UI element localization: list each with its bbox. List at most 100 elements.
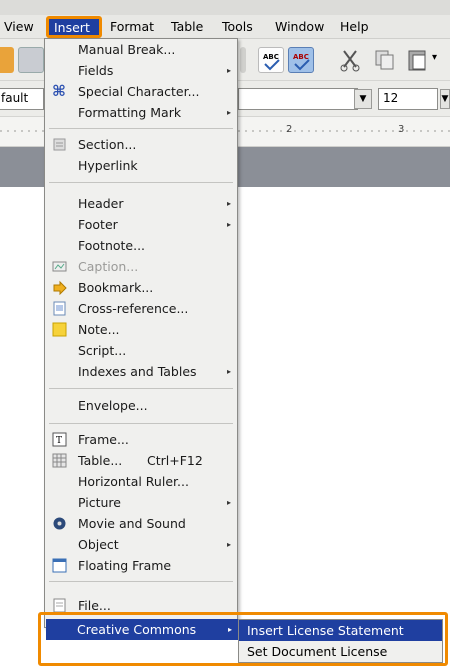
svg-text:T: T: [56, 436, 62, 446]
menu-item-note[interactable]: Note...: [45, 319, 237, 340]
menu-item-header[interactable]: Header ▸: [45, 193, 237, 214]
cut-icon[interactable]: [338, 47, 364, 73]
menu-item-bookmark[interactable]: Bookmark...: [45, 277, 237, 298]
menu-view[interactable]: View: [4, 19, 34, 34]
menu-item-label: Floating Frame: [78, 558, 172, 573]
save-icon[interactable]: [18, 47, 44, 73]
note-icon: [52, 322, 67, 337]
menu-item-label: Hyperlink: [78, 158, 138, 173]
menu-item-label: Note...: [78, 322, 120, 337]
menu-item-label: Special Character...: [78, 84, 200, 99]
cross-reference-icon: [52, 301, 67, 316]
menu-item-special-character[interactable]: ⌘ Special Character...: [45, 81, 237, 102]
menu-item-label: Section...: [78, 137, 137, 152]
ruler-mark-3: 3: [398, 124, 405, 135]
paragraph-style-combo[interactable]: fault: [0, 88, 44, 110]
font-size-combo[interactable]: 12: [378, 88, 438, 110]
menu-item-table[interactable]: Table... Ctrl+F12: [45, 450, 237, 471]
menu-item-label: Manual Break...: [78, 42, 176, 57]
menu-item-label: Indexes and Tables: [78, 364, 197, 379]
menu-item-label: Fields: [78, 63, 114, 78]
autospellcheck-icon[interactable]: ABC: [288, 47, 314, 73]
font-name-combo[interactable]: [238, 88, 358, 110]
menu-item-shortcut: Ctrl+F12: [147, 453, 203, 468]
font-size-dropdown-icon[interactable]: ▼: [440, 89, 450, 109]
svg-text:ABC: ABC: [263, 53, 279, 61]
menu-item-label: Header: [78, 196, 124, 211]
menu-item-formatting-mark[interactable]: Formatting Mark ▸: [45, 102, 237, 123]
submenu-arrow-icon: ▸: [226, 498, 231, 507]
menu-item-picture[interactable]: Picture ▸: [45, 492, 237, 513]
submenu-arrow-icon: ▸: [226, 540, 231, 549]
menu-item-label: Caption...: [78, 259, 139, 274]
menu-item-frame[interactable]: T Frame...: [45, 429, 237, 450]
menu-item-label: File...: [78, 598, 111, 613]
svg-text:ABC: ABC: [293, 53, 309, 61]
menu-insert-label: Insert: [54, 20, 90, 35]
movie-sound-icon: [52, 516, 67, 531]
menu-item-envelope[interactable]: Envelope...: [45, 395, 237, 416]
menu-item-horizontal-ruler[interactable]: Horizontal Ruler...: [45, 471, 237, 492]
font-size-value: 12: [383, 91, 399, 105]
menu-item-movie-sound[interactable]: Movie and Sound: [45, 513, 237, 534]
section-icon: [52, 137, 67, 152]
paragraph-style-value: fault: [1, 91, 29, 105]
toolbar-separator-icon: [240, 47, 246, 73]
copy-icon[interactable]: [372, 47, 398, 73]
menu-item-label: Envelope...: [78, 398, 148, 413]
menu-item-manual-break[interactable]: Manual Break...: [45, 39, 237, 60]
menu-table[interactable]: Table: [171, 19, 203, 34]
menu-item-fields[interactable]: Fields ▸: [45, 60, 237, 81]
menu-item-indexes-tables[interactable]: Indexes and Tables ▸: [45, 361, 237, 382]
floating-frame-icon: [52, 558, 67, 573]
menu-item-label: Picture: [78, 495, 121, 510]
paste-dropdown-icon[interactable]: ▾: [432, 52, 446, 78]
menu-item-label: Bookmark...: [78, 280, 154, 295]
menu-help[interactable]: Help: [340, 19, 369, 34]
menu-item-label: Table...: [78, 453, 123, 468]
menu-item-label: Script...: [78, 343, 127, 358]
menu-item-caption: Caption...: [45, 256, 237, 277]
menu-item-label: Formatting Mark: [78, 105, 182, 120]
menu-item-footnote[interactable]: Footnote...: [45, 235, 237, 256]
menu-item-label: Horizontal Ruler...: [78, 474, 189, 489]
submenu-arrow-icon: ▸: [226, 108, 231, 117]
font-name-dropdown-icon[interactable]: ▼: [354, 89, 372, 109]
menu-item-label: Movie and Sound: [78, 516, 186, 531]
annotation-highlight-box: [38, 612, 448, 666]
caption-icon: [52, 259, 67, 274]
menu-separator: [49, 388, 233, 389]
menu-insert[interactable]: Insert: [46, 16, 102, 38]
open-icon[interactable]: [0, 47, 14, 73]
menu-item-label: Footnote...: [78, 238, 146, 253]
menu-item-floating-frame[interactable]: Floating Frame: [45, 555, 237, 576]
submenu-arrow-icon: ▸: [226, 367, 231, 376]
submenu-arrow-icon: ▸: [226, 199, 231, 208]
menu-format[interactable]: Format: [110, 19, 154, 34]
menu-item-cross-reference[interactable]: Cross-reference...: [45, 298, 237, 319]
table-icon: [52, 453, 67, 468]
insert-menu: Manual Break... Fields ▸ ⌘ Special Charac…: [44, 38, 238, 628]
title-strip: [0, 0, 450, 15]
spellcheck-icon[interactable]: ABC: [258, 47, 284, 73]
menu-separator: [49, 128, 233, 129]
menu-item-section[interactable]: Section...: [45, 134, 237, 155]
menu-item-footer[interactable]: Footer ▸: [45, 214, 237, 235]
menu-item-hyperlink[interactable]: Hyperlink: [45, 155, 237, 176]
menu-tools[interactable]: Tools: [222, 19, 253, 34]
menu-item-label: Object: [78, 537, 119, 552]
paste-icon[interactable]: [405, 47, 431, 73]
menu-item-label: Cross-reference...: [78, 301, 189, 316]
menu-window[interactable]: Window: [275, 19, 324, 34]
menu-item-label: Frame...: [78, 432, 129, 447]
bookmark-icon: [52, 280, 67, 296]
menu-item-object[interactable]: Object ▸: [45, 534, 237, 555]
menu-separator: [49, 182, 233, 183]
menu-item-label: Footer: [78, 217, 118, 232]
frame-icon: T: [52, 432, 67, 447]
submenu-arrow-icon: ▸: [226, 220, 231, 229]
special-character-icon: ⌘: [52, 82, 66, 100]
menu-item-script[interactable]: Script...: [45, 340, 237, 361]
menu-separator: [49, 581, 233, 582]
file-icon: [52, 598, 67, 613]
